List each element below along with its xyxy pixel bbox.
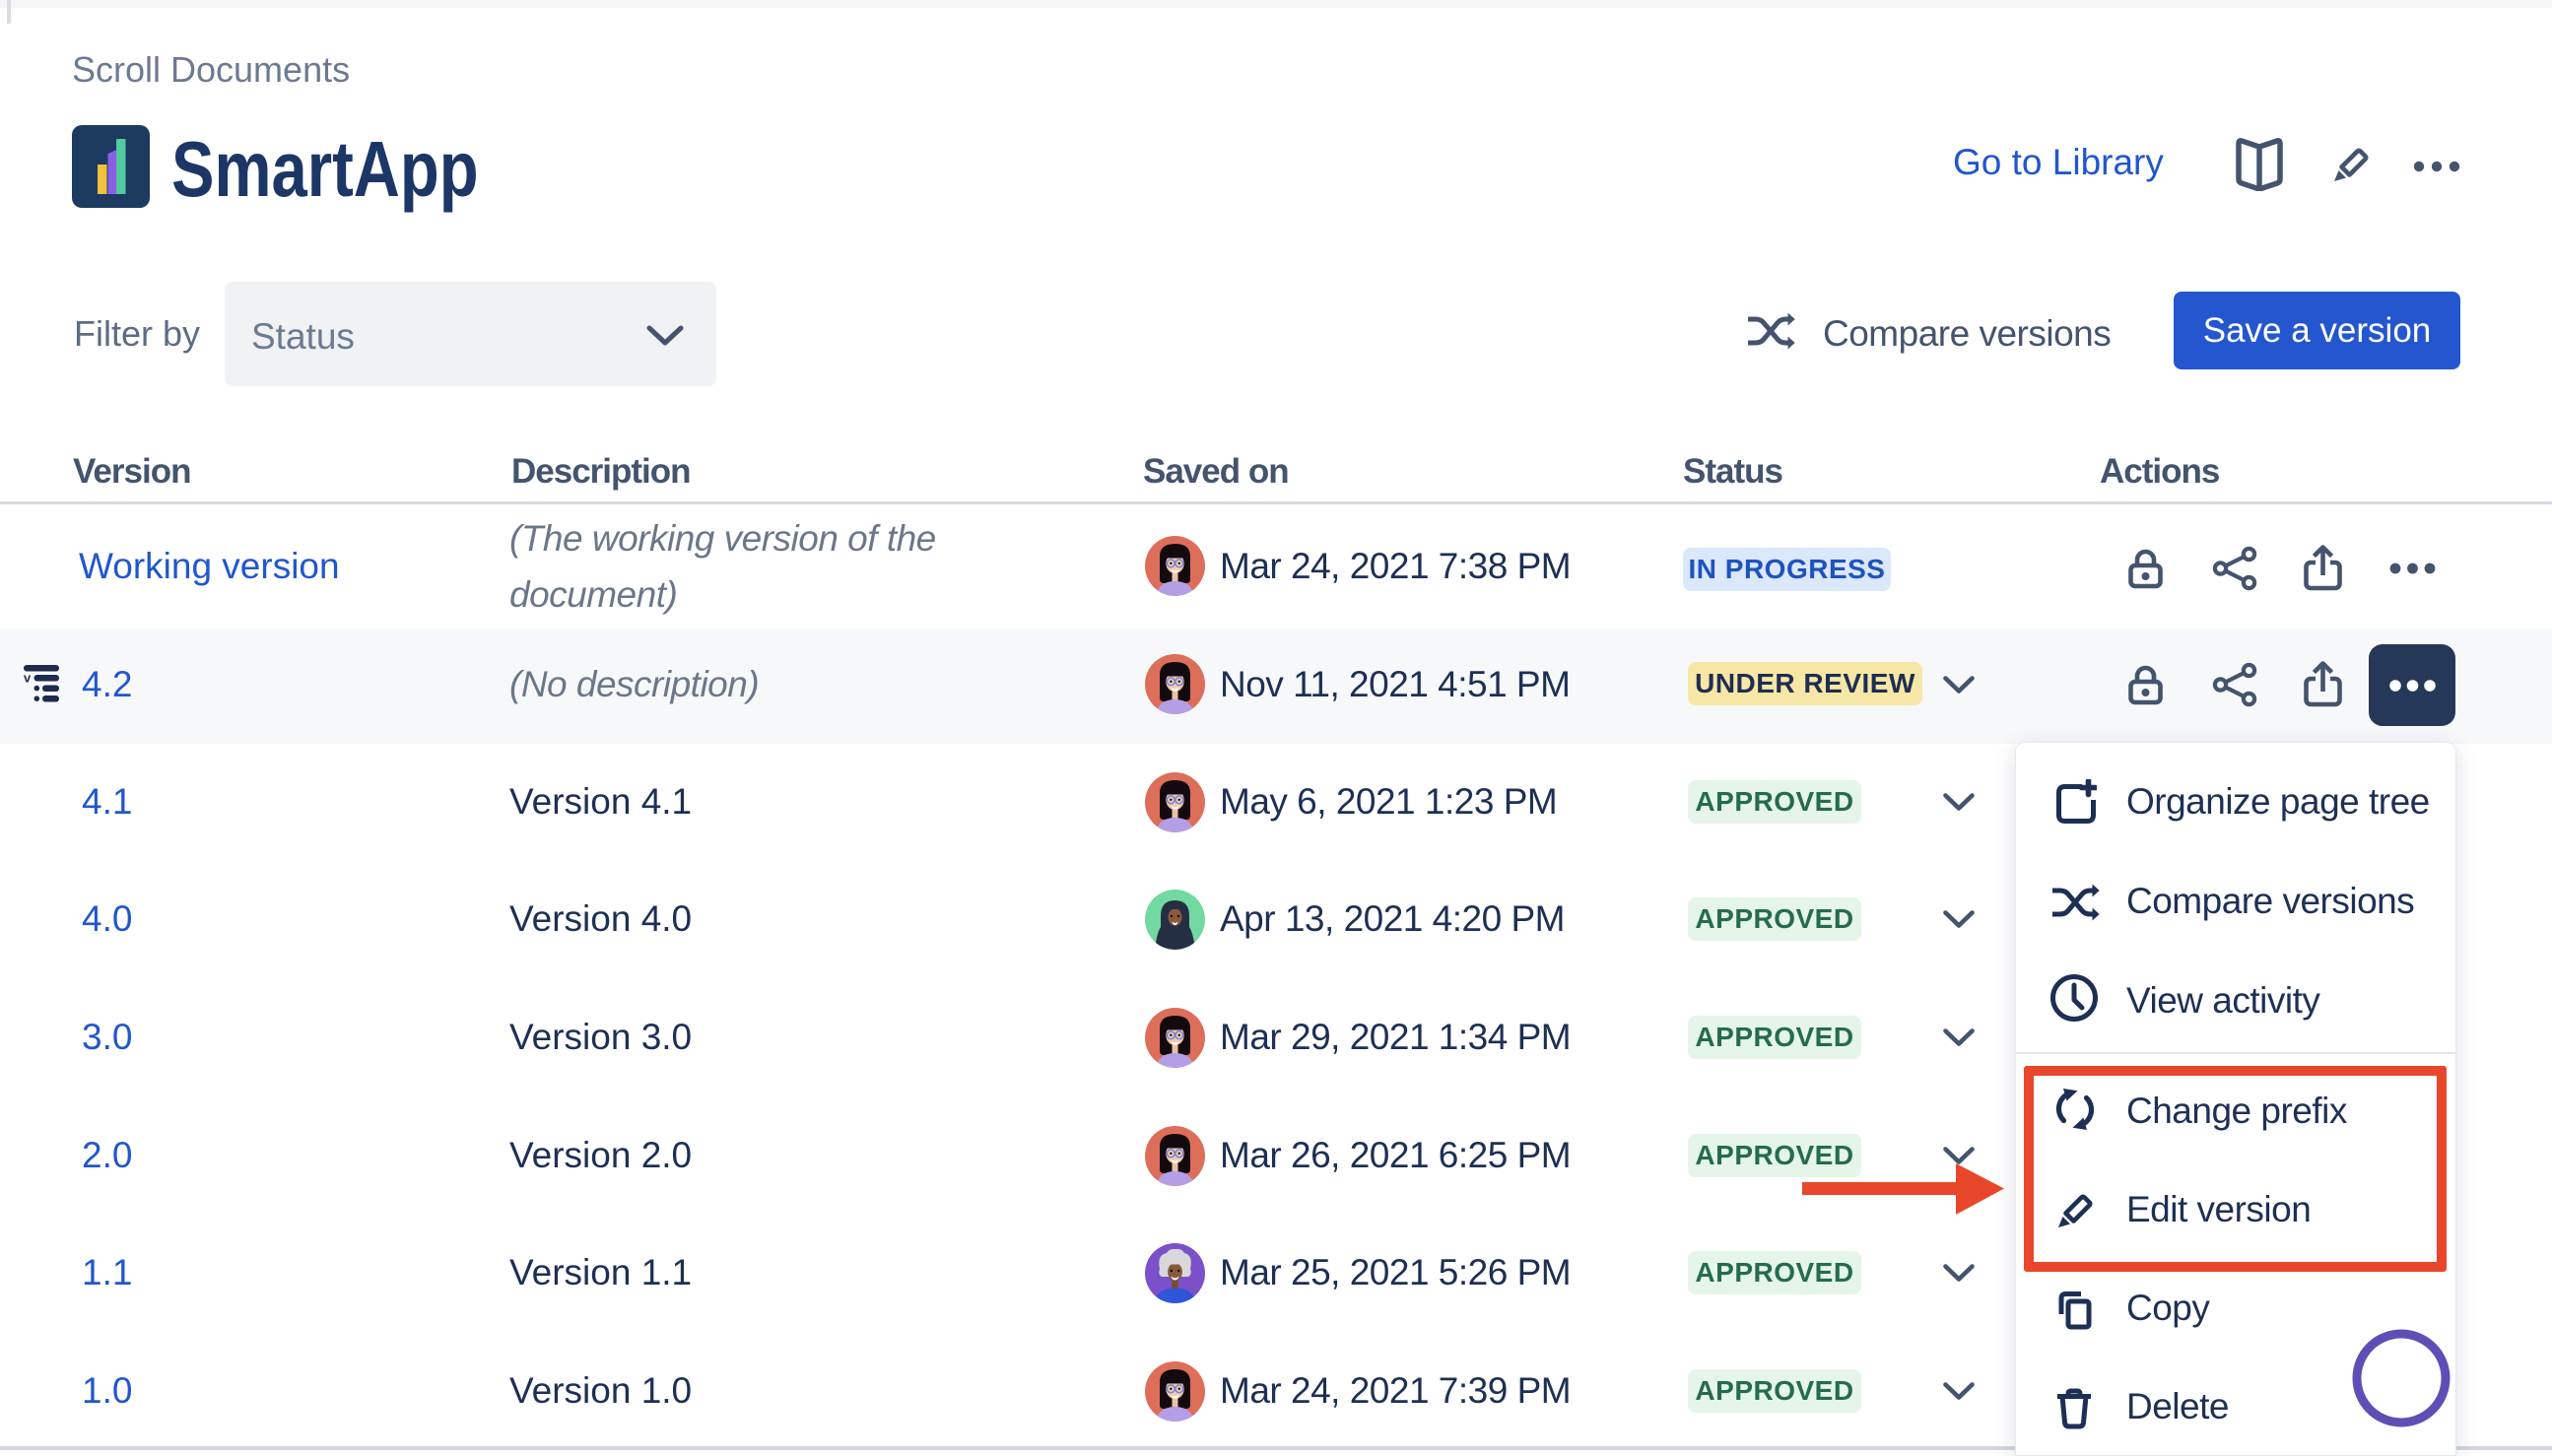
svg-text:v: v	[24, 671, 32, 686]
